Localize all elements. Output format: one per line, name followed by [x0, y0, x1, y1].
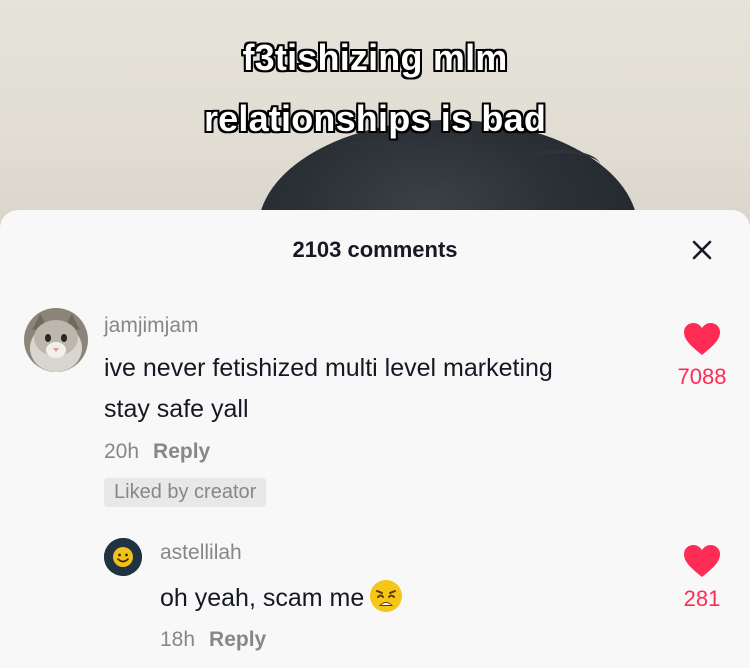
- comment-text: oh yeah, scam me: [160, 578, 404, 619]
- like-count: 281: [683, 586, 721, 611]
- video-caption-line-1: f3tishizing mlm: [242, 37, 508, 78]
- video-caption-line-2: relationships is bad: [203, 98, 547, 139]
- like-button[interactable]: 281: [662, 544, 742, 612]
- heart-icon: [684, 545, 720, 577]
- comment-text-content: oh yeah, scam me: [160, 584, 365, 612]
- reply-comment-item: astellilah oh yeah, scam me 18h Reply 281: [0, 210, 750, 668]
- comment-username[interactable]: astellilah: [160, 541, 242, 565]
- hair-strand: [520, 150, 600, 180]
- reply-button[interactable]: Reply: [209, 628, 266, 651]
- comment-meta: 18h Reply: [160, 628, 266, 652]
- smiley-avatar[interactable]: [104, 538, 142, 576]
- comments-sheet: 2103 comments jamjimjam ive never fetish…: [0, 210, 750, 668]
- video-background: f3tishizing mlm relationships is bad: [0, 0, 750, 240]
- hair-strand: [330, 140, 420, 180]
- weary-face-emoji: [368, 578, 404, 614]
- comment-time: 18h: [160, 628, 196, 651]
